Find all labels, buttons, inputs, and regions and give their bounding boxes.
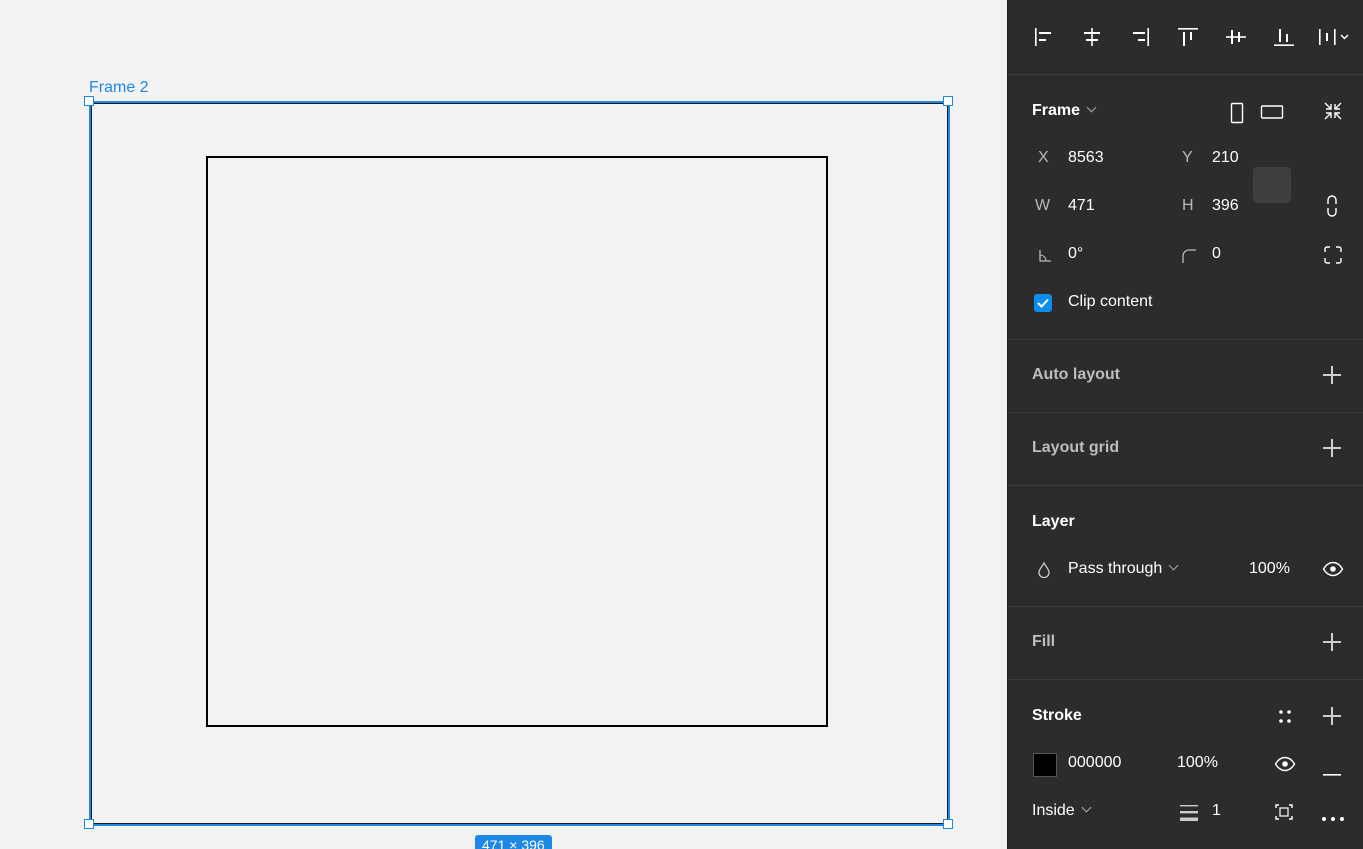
fill-title: Fill (1032, 633, 1056, 650)
stroke-sides-icon[interactable] (1274, 802, 1294, 827)
align-top-icon[interactable] (1175, 25, 1201, 49)
blend-mode-value: Pass through (1068, 560, 1163, 577)
properties-panel: Frame X 8563 Y 210 W 471 H 396 0° 0 Clip… (1007, 0, 1363, 849)
align-bottom-icon[interactable] (1271, 25, 1297, 49)
w-label: W (1035, 197, 1051, 214)
add-fill-icon[interactable] (1322, 632, 1342, 652)
frame-name-label[interactable]: Frame 2 (89, 79, 149, 97)
more-options-icon[interactable] (1321, 809, 1345, 827)
resize-handle-top-right[interactable] (943, 96, 953, 106)
constrain-proportions-icon[interactable] (1324, 194, 1340, 223)
add-stroke-icon[interactable] (1322, 706, 1342, 726)
size-badge: 471 × 396 (475, 835, 552, 849)
fill-section: Fill (1008, 606, 1363, 680)
layer-opacity-input[interactable]: 100% (1249, 560, 1290, 578)
add-auto-layout-icon[interactable] (1322, 365, 1342, 385)
y-label: Y (1182, 149, 1193, 166)
stroke-section: Stroke 000000 100% Inside 1 (1008, 679, 1363, 849)
portrait-icon[interactable] (1229, 102, 1245, 129)
align-right-icon[interactable] (1127, 25, 1153, 49)
w-input[interactable]: 471 (1068, 197, 1095, 215)
frame-title-text: Frame (1032, 102, 1081, 119)
canvas[interactable]: Frame 2 471 × 396 (0, 0, 1007, 849)
alignment-toolbar (1008, 0, 1363, 75)
landscape-toggle-bg (1253, 167, 1291, 203)
style-library-icon[interactable] (1276, 708, 1294, 731)
distribute-icon[interactable] (1317, 25, 1353, 49)
inner-rectangle[interactable] (206, 156, 828, 727)
x-input[interactable]: 8563 (1068, 149, 1104, 167)
chevron-down-icon (1081, 802, 1092, 813)
stroke-weight-icon (1179, 803, 1199, 828)
y-input[interactable]: 210 (1212, 149, 1239, 167)
add-layout-grid-icon[interactable] (1322, 438, 1342, 458)
layout-grid-title: Layout grid (1032, 439, 1120, 456)
frame-section: Frame X 8563 Y 210 W 471 H 396 0° 0 Clip… (1008, 74, 1363, 340)
align-vertical-center-icon[interactable] (1223, 25, 1249, 49)
rotation-input[interactable]: 0° (1068, 245, 1083, 263)
rotation-icon (1038, 249, 1052, 268)
align-horizontal-center-icon[interactable] (1079, 25, 1105, 49)
layer-section: Layer Pass through 100% (1008, 485, 1363, 607)
stroke-position-dropdown[interactable]: Inside (1032, 802, 1092, 820)
clip-content-label[interactable]: Clip content (1068, 293, 1153, 311)
independent-corners-icon[interactable] (1323, 245, 1343, 270)
h-label: H (1182, 197, 1194, 214)
corner-radius-input[interactable]: 0 (1212, 245, 1221, 263)
stroke-weight-input[interactable]: 1 (1212, 802, 1221, 820)
chevron-down-icon (1168, 560, 1179, 571)
layer-title: Layer (1032, 513, 1075, 530)
clip-content-checkbox[interactable] (1034, 294, 1052, 312)
stroke-position-value: Inside (1032, 802, 1075, 819)
resize-handle-bottom-left[interactable] (84, 819, 94, 829)
auto-layout-section: Auto layout (1008, 339, 1363, 413)
frame-section-title[interactable]: Frame (1032, 102, 1097, 120)
chevron-down-icon (1086, 102, 1097, 113)
auto-layout-title: Auto layout (1032, 366, 1120, 383)
stroke-title: Stroke (1032, 707, 1082, 724)
eye-icon[interactable] (1322, 561, 1344, 582)
remove-stroke-icon[interactable] (1322, 763, 1342, 781)
stroke-hex-input[interactable]: 000000 (1068, 754, 1121, 772)
resize-to-fit-icon[interactable] (1322, 100, 1344, 127)
resize-handle-top-left[interactable] (84, 96, 94, 106)
blend-mode-dropdown[interactable]: Pass through (1068, 560, 1179, 578)
corner-radius-icon (1181, 248, 1197, 269)
h-input[interactable]: 396 (1212, 197, 1239, 215)
stroke-color-swatch[interactable] (1033, 753, 1057, 777)
x-label: X (1038, 149, 1049, 166)
resize-handle-bottom-right[interactable] (943, 819, 953, 829)
align-left-icon[interactable] (1031, 25, 1057, 49)
eye-icon[interactable] (1274, 756, 1296, 777)
landscape-icon[interactable] (1260, 103, 1284, 126)
blend-mode-icon (1037, 561, 1051, 584)
stroke-opacity-input[interactable]: 100% (1177, 754, 1218, 772)
layout-grid-section: Layout grid (1008, 412, 1363, 486)
